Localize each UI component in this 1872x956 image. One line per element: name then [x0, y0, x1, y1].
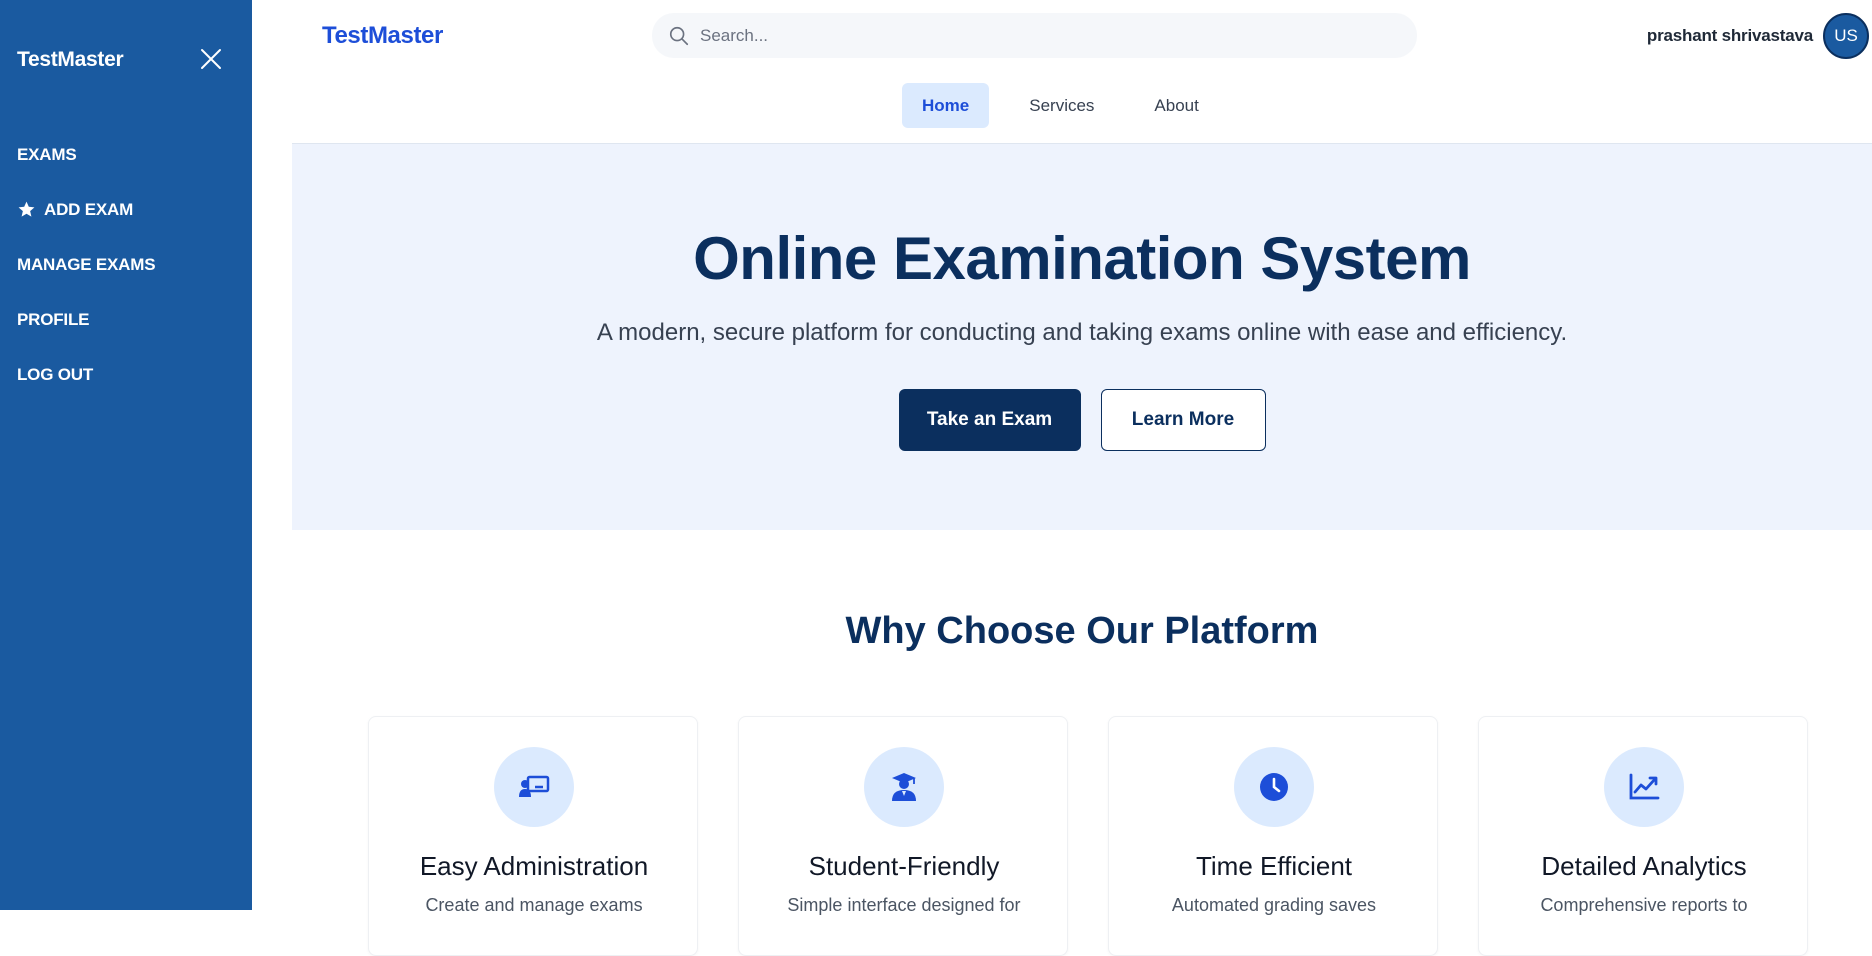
chalkboard-teacher-icon	[519, 775, 550, 797]
card-description: Automated grading saves	[1171, 895, 1377, 915]
sidebar-item-label: EXAMS	[17, 144, 77, 164]
avatar[interactable]: US	[1823, 12, 1869, 59]
feature-card: Detailed Analytics Comprehensive reports…	[1478, 716, 1808, 956]
sidebar-item-manage-exams[interactable]: MANAGE EXAMS	[17, 237, 156, 292]
user-name: prashant shrivastava	[1646, 25, 1813, 45]
card-title: Student-Friendly	[808, 851, 1000, 881]
take-exam-button[interactable]: Take an Exam	[898, 389, 1081, 451]
card-title: Detailed Analytics	[1541, 851, 1747, 881]
sidebar-item-label: LOG OUT	[17, 364, 94, 384]
clock-icon	[1260, 773, 1288, 801]
feature-card: Easy Administration Create and manage ex…	[368, 716, 698, 956]
sidebar-item-label: MANAGE EXAMS	[17, 254, 156, 274]
sidebar-brand: TestMaster	[17, 48, 124, 71]
sidebar-header: TestMaster	[17, 48, 227, 78]
close-icon[interactable]	[198, 46, 224, 72]
features-title: Why Choose Our Platform	[845, 610, 1319, 652]
card-description: Comprehensive reports to	[1540, 895, 1748, 915]
hero-section: Online Examination System A modern, secu…	[292, 143, 1872, 530]
tab-home[interactable]: Home	[902, 83, 990, 128]
graduate-icon	[892, 773, 916, 801]
header-brand[interactable]: TestMaster	[322, 22, 443, 50]
card-icon-circle	[1234, 747, 1314, 827]
search-input[interactable]	[700, 13, 1400, 58]
hero-subtitle: A modern, secure platform for conducting…	[596, 319, 1568, 346]
sidebar-nav: EXAMS ADD EXAM MANAGE EXAMS PROFILE LOG …	[17, 127, 156, 402]
sidebar-item-label: ADD EXAM	[44, 199, 134, 219]
tab-services[interactable]: Services	[1009, 83, 1114, 128]
top-bar: TestMaster prashant shrivastava US Home …	[252, 0, 1872, 142]
card-icon-circle	[1604, 747, 1684, 827]
sidebar-item-log-out[interactable]: LOG OUT	[17, 347, 155, 402]
feature-card: Student-Friendly Simple interface design…	[738, 716, 1068, 956]
card-description: Create and manage exams	[425, 895, 643, 915]
hero-title: Online Examination System	[693, 225, 1471, 292]
features-grid: Easy Administration Create and manage ex…	[368, 716, 1848, 956]
search-bar	[652, 13, 1417, 58]
sidebar-item-exams[interactable]: EXAMS	[17, 127, 155, 182]
card-title: Time Efficient	[1195, 851, 1353, 881]
sidebar-item-label: PROFILE	[17, 309, 90, 329]
star-icon	[18, 201, 35, 217]
main-content: TestMaster prashant shrivastava US Home …	[252, 0, 1872, 956]
card-icon-circle	[864, 747, 944, 827]
card-title: Easy Administration	[419, 851, 649, 881]
chart-line-icon	[1629, 773, 1660, 800]
feature-card: Time Efficient Automated grading saves	[1108, 716, 1438, 956]
card-icon-circle	[494, 747, 574, 827]
user-menu[interactable]: prashant shrivastava US	[1646, 12, 1872, 59]
card-description: Simple interface designed for	[787, 895, 1021, 915]
learn-more-button[interactable]: Learn More	[1100, 389, 1266, 451]
hero-buttons: Take an Exam Learn More	[292, 389, 1872, 451]
search-icon	[669, 26, 689, 46]
nav-tabs: Home Services About	[902, 83, 1239, 128]
sidebar-item-profile[interactable]: PROFILE	[17, 292, 155, 347]
tab-about[interactable]: About	[1134, 83, 1218, 128]
sidebar: TestMaster EXAMS ADD EXAM MANAGE EXAMS P…	[0, 0, 252, 910]
sidebar-item-add-exam[interactable]: ADD EXAM	[17, 182, 155, 237]
